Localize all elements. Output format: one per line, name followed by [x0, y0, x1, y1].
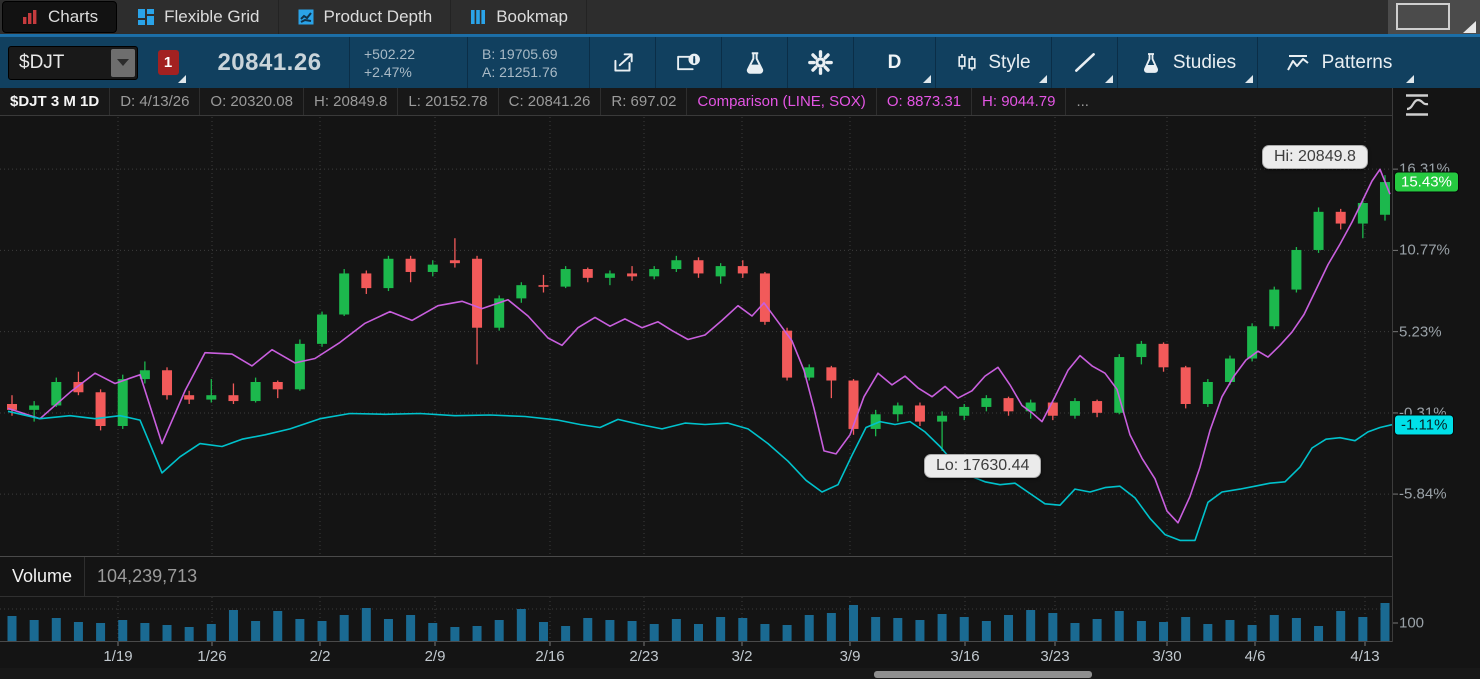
axis-divider — [1392, 88, 1393, 642]
price-axis-settings-icon[interactable] — [1402, 92, 1432, 118]
volume-pane-header: Volume 104,239,713 — [0, 556, 1392, 597]
volume-label[interactable]: Volume — [0, 557, 85, 596]
volume-value: 104,239,713 — [85, 557, 209, 596]
time-scrollbar-thumb[interactable] — [874, 671, 1092, 678]
trading-platform-window: 1/191/262/22/92/162/233/23/93/163/233/30… — [0, 0, 1480, 679]
time-scrollbar-track — [0, 668, 1480, 679]
